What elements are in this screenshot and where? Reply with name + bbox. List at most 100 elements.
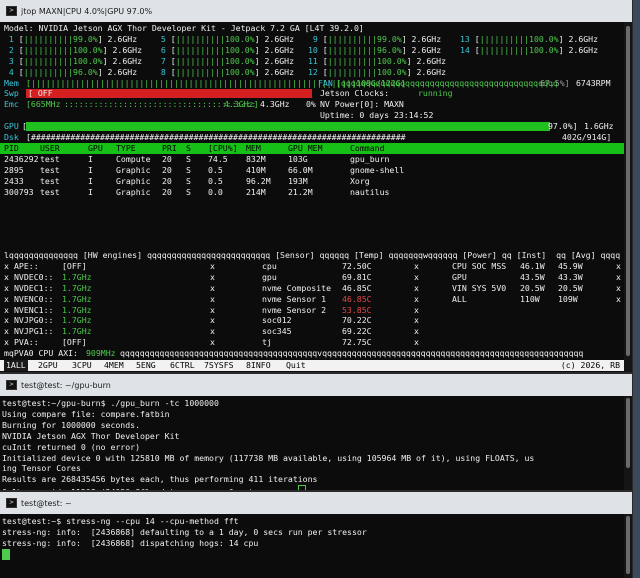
emc-row: Emc [665MHz::::::::::::::::::::::::::::::… bbox=[0, 99, 622, 110]
sensor-temp: 70.22C bbox=[342, 315, 372, 326]
border-left: x bbox=[4, 304, 9, 315]
gpu-burn-scrollbar[interactable] bbox=[624, 396, 632, 490]
process-cell: 2433 bbox=[4, 175, 24, 186]
model-text: Model: NVIDIA Jetson AGX Thor Developer … bbox=[4, 23, 364, 33]
tab-sysfs[interactable]: 7SYSFS bbox=[204, 360, 234, 371]
cpu-bracket: ] bbox=[97, 66, 108, 77]
col-header: MEM bbox=[246, 142, 261, 153]
process-header: PID USER GPU TYPE PRI S [CPU%] MEM GPU MEM Comman… bbox=[0, 142, 624, 154]
hw-row: x NVJPG0:: 1.7GHz x soc012 70.22C x bbox=[0, 315, 622, 326]
tab-cpu[interactable]: 3CPU bbox=[72, 360, 92, 371]
mem-label: Mem bbox=[4, 77, 19, 88]
power-avg: 43.3W bbox=[558, 271, 583, 282]
cpu-id: 4 bbox=[4, 66, 19, 77]
jtop-scrollbar[interactable] bbox=[624, 22, 632, 372]
line-text: Initialized device 0 with 125810 MB of m… bbox=[2, 452, 535, 463]
cpu-bar: ||||||||||100.0% bbox=[23, 44, 103, 55]
line-text: Using compare file: compare.fatbin bbox=[2, 408, 170, 419]
tab-info[interactable]: 8INFO bbox=[246, 360, 271, 371]
process-cell: nautilus bbox=[350, 186, 390, 197]
tab-all[interactable]: 1ALL bbox=[4, 360, 28, 371]
separator: x bbox=[210, 271, 215, 282]
cpu-bar: ||||||||||99.0% bbox=[23, 33, 98, 44]
sensor-name: cpu bbox=[262, 260, 277, 271]
dsk-row: Dsk [####################################… bbox=[0, 132, 622, 143]
gpu-burn-line: Results are 268435456 bytes each, thus p… bbox=[2, 474, 622, 485]
cpu-core-13: 13 [||||||||||100.0%] 2.6GHz bbox=[460, 34, 598, 45]
cpu-bracket: ] bbox=[254, 44, 265, 55]
border-right: x bbox=[616, 260, 621, 271]
line-text: Results are 268435456 bytes each, thus p… bbox=[2, 474, 318, 485]
dsk-value: 402G/914G] bbox=[562, 132, 612, 142]
cpu-bracket: ] bbox=[102, 44, 113, 55]
gpu-burn-line: Initialized device 0 with 125810 MB of m… bbox=[2, 453, 622, 464]
separator: x bbox=[414, 293, 419, 304]
cpu-id: 7 bbox=[156, 55, 171, 66]
process-row[interactable]: 2895 test I Graphic 20 S 0.5 410M 66.0M gnome-she… bbox=[0, 165, 622, 176]
cpu-id: 13 bbox=[460, 33, 475, 44]
cpu-bracket: ] bbox=[254, 33, 265, 44]
process-row[interactable]: 2436292 test I Compute 20 S 74.5 832M 103G gpu_bu… bbox=[0, 154, 622, 165]
cpu-freq: 2.6GHz bbox=[568, 44, 599, 55]
emc-right: 4.3GHz] bbox=[224, 99, 259, 110]
gpu-burn-terminal[interactable]: test@test:~/gpu-burn$ ./gpu_burn -tc 100… bbox=[0, 396, 624, 490]
stress-prompt-line bbox=[2, 548, 622, 560]
jtop-terminal[interactable]: Model: NVIDIA Jetson AGX Thor Developer … bbox=[0, 22, 624, 372]
terminal-icon: > bbox=[6, 380, 17, 390]
engine-name: NVJPG1:: bbox=[14, 326, 54, 337]
cpu-freq: 2.6GHz bbox=[416, 66, 447, 77]
tab-mem[interactable]: 4MEM bbox=[104, 360, 124, 371]
stress-titlebar[interactable]: > test@test: ~ bbox=[0, 492, 632, 514]
cpu-core-12: 12 [||||||||||100.0%] 2.6GHz bbox=[308, 67, 446, 78]
process-cell: 0.5 bbox=[208, 164, 223, 175]
gpu-bracket: [ bbox=[22, 121, 27, 132]
stress-window: > test@test: ~ test@test:~$ stress-ng --… bbox=[0, 492, 632, 578]
bottom-rule-val: 909MHz bbox=[86, 348, 116, 359]
engine-name: NVDEC1:: bbox=[14, 282, 54, 293]
scrollbar-thumb[interactable] bbox=[626, 516, 630, 574]
engine-name: NVDEC0:: bbox=[14, 271, 54, 282]
cpu-bar: ||||||||||100.0% bbox=[175, 55, 255, 66]
stress-window-title: test@test: ~ bbox=[21, 498, 72, 508]
stress-scrollbar[interactable] bbox=[624, 514, 632, 578]
process-row[interactable]: 300793 test I Graphic 20 S 0.0 214M 21.2M nautilu… bbox=[0, 187, 622, 198]
jtop-titlebar[interactable]: > jtop MAXN|CPU 4.0%|GPU 97.0% bbox=[0, 0, 632, 22]
bottom-rule-right: qqqqqqqqqqqqqqqqqqqqqqqqqqqqqqqqqqqqqqqq… bbox=[120, 348, 584, 359]
gpu-burn-titlebar[interactable]: > test@test: ~/gpu-burn bbox=[0, 374, 632, 396]
text-cursor bbox=[2, 548, 10, 560]
tab-eng[interactable]: 5ENG bbox=[136, 360, 156, 371]
sensor-name: soc345 bbox=[262, 326, 292, 337]
cpu-freq: 2.6GHz bbox=[411, 44, 442, 55]
process-row[interactable]: 2433 test I Graphic 20 S 0.5 96.2M 193M Xorg bbox=[0, 176, 622, 187]
process-cell: 66.0M bbox=[288, 164, 313, 175]
tab-ctrl[interactable]: 6CTRL bbox=[170, 360, 195, 371]
process-cell: 96.2M bbox=[246, 175, 271, 186]
separator: x bbox=[414, 315, 419, 326]
gpu-burn-line: test@test:~/gpu-burn$ ./gpu_burn -tc 100… bbox=[2, 398, 622, 409]
jetson-clocks-value: running bbox=[418, 88, 453, 99]
col-header: GPU MEM bbox=[288, 142, 323, 153]
border-right: x bbox=[616, 282, 621, 293]
cpu-bar: ||||||||||96.0% bbox=[23, 66, 98, 77]
tab-quit[interactable]: Quit bbox=[286, 360, 306, 371]
stress-terminal[interactable]: test@test:~$ stress-ng --cpu 14 --cpu-me… bbox=[0, 514, 624, 578]
tab-gpu[interactable]: 2GPU bbox=[38, 360, 58, 371]
dsk-bar: [#######################################… bbox=[26, 132, 406, 142]
process-cell: 214M bbox=[246, 186, 266, 197]
stress-line: test@test:~$ stress-ng --cpu 14 --cpu-me… bbox=[2, 516, 622, 527]
process-cell: Xorg bbox=[350, 175, 370, 186]
scrollbar-thumb[interactable] bbox=[626, 26, 630, 356]
swp-redbar bbox=[26, 89, 312, 99]
cpu-id: 1 bbox=[4, 33, 19, 44]
text-cursor bbox=[297, 485, 306, 490]
process-cell: I bbox=[88, 175, 93, 186]
separator: x bbox=[414, 304, 419, 315]
col-header: USER bbox=[40, 142, 60, 153]
jtop-window: > jtop MAXN|CPU 4.0%|GPU 97.0% Model: NV… bbox=[0, 0, 632, 372]
scrollbar-thumb[interactable] bbox=[626, 398, 630, 468]
cpu-bracket: ] bbox=[97, 33, 108, 44]
process-cell: I bbox=[88, 153, 93, 164]
line-text: test@test:~$ stress-ng --cpu 14 --cpu-me… bbox=[2, 516, 239, 526]
separator: x bbox=[414, 260, 419, 271]
process-cell: 20 bbox=[162, 175, 172, 186]
